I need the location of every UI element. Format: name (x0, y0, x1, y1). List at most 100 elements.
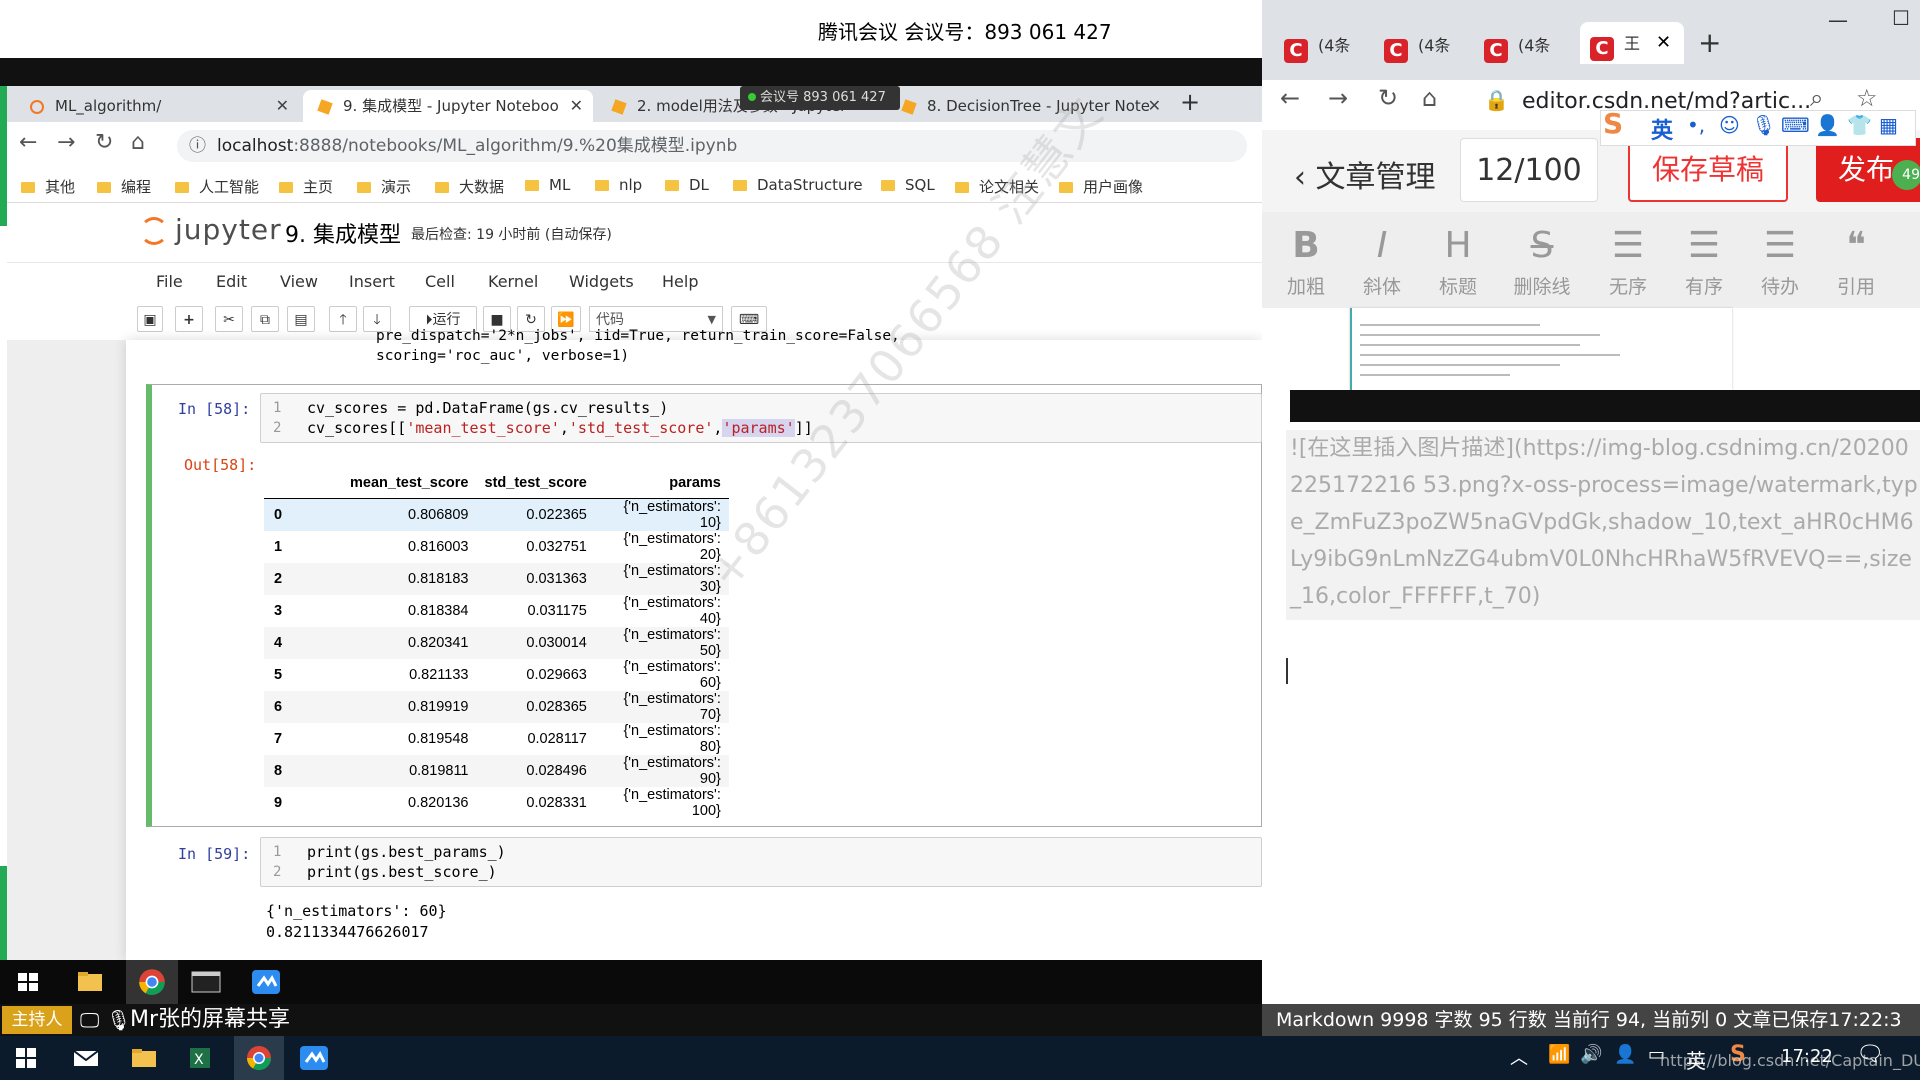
italic-button[interactable]: I 斜体 (1352, 226, 1412, 299)
unordered-list-button[interactable]: ☰ 无序 (1598, 226, 1658, 299)
menu-cell[interactable]: Cell (425, 272, 455, 291)
forward-icon[interactable]: → (57, 130, 75, 155)
ime-mode: 英 (1651, 119, 1674, 144)
bookmark-item[interactable]: nlp (595, 176, 642, 194)
tab-decision-tree[interactable]: 8. DecisionTree - Jupyter Note ✕ (887, 90, 1171, 122)
star-icon[interactable]: ☆ (1856, 84, 1878, 112)
heading-button[interactable]: H 标题 (1428, 226, 1488, 299)
tencent-meeting-icon[interactable] (246, 966, 286, 998)
mail-icon[interactable] (66, 1042, 106, 1074)
todo-list-icon: ☰ (1763, 225, 1797, 266)
save-icon[interactable]: ▣ (137, 306, 163, 332)
menu-file[interactable]: File (156, 272, 183, 291)
tab-csdn[interactable]: C (4条 (1384, 28, 1450, 64)
markdown-image-line[interactable]: ![在这里插入图片描述](https://img-blog.csdnimg.cn… (1286, 430, 1920, 620)
tab-csdn[interactable]: C (4条 (1484, 28, 1550, 64)
code-string: 'std_test_score' (568, 419, 714, 437)
reload-icon[interactable]: ↻ (1378, 84, 1398, 112)
notebook-title[interactable]: 9. 集成模型 (285, 217, 401, 249)
todo-list-button[interactable]: ☰ 待办 (1750, 226, 1810, 299)
forward-icon[interactable]: → (1328, 84, 1348, 112)
bookmark-item[interactable]: 大数据 (435, 176, 504, 197)
bookmark-item[interactable]: DataStructure (733, 176, 863, 194)
toolbar-label: 标题 (1438, 276, 1477, 298)
zoom-icon[interactable]: ⌕ (1810, 84, 1823, 112)
back-icon[interactable]: ← (1280, 84, 1300, 112)
home-icon[interactable]: ⌂ (131, 130, 145, 155)
ime-toolbar[interactable]: S 英 •, ☺ 🎙 ⌨ 👤 👕 ▦ (1600, 107, 1916, 146)
volume-icon[interactable]: 🔊 (1580, 1044, 1602, 1065)
bookmark-item[interactable]: ML (525, 176, 570, 194)
chevron-up-icon[interactable]: ︿ (1510, 1044, 1528, 1070)
notification-badge[interactable]: 49 (1892, 160, 1920, 190)
ordered-list-button[interactable]: ☰ 有序 (1674, 226, 1734, 299)
row-index: 1 (274, 539, 283, 555)
chrome-taskbar-button[interactable] (234, 1036, 284, 1080)
tencent-meeting-icon[interactable] (294, 1042, 334, 1074)
bookmark-item[interactable]: 人工智能 (175, 176, 259, 197)
file-explorer-icon[interactable] (70, 966, 110, 998)
tab-ml-algorithm[interactable]: ML_algorithm/ ✕ (15, 90, 299, 122)
paste-icon[interactable]: ▤ (287, 306, 315, 332)
chrome-taskbar-button[interactable] (126, 960, 178, 1004)
folder-icon (665, 180, 679, 191)
code-editor[interactable]: 1 2 print(gs.best_params_) print(gs.best… (260, 837, 1262, 887)
close-icon[interactable]: ✕ (276, 90, 289, 122)
bookmark-item[interactable]: 其他 (21, 176, 75, 197)
bookmark-item[interactable]: DL (665, 176, 709, 194)
terminal-icon[interactable] (186, 966, 226, 998)
shared-taskbar (0, 960, 1262, 1004)
reload-icon[interactable]: ↻ (95, 130, 113, 155)
jupyter-logo-text[interactable]: jupyter (175, 213, 282, 246)
jupyter-logo-icon[interactable] (140, 217, 168, 245)
excel-icon[interactable]: X (180, 1042, 220, 1074)
bookmark-item[interactable]: 演示 (357, 176, 411, 197)
home-icon[interactable]: ⌂ (1422, 84, 1437, 112)
bookmark-item[interactable]: 编程 (97, 176, 151, 197)
menu-kernel[interactable]: Kernel (488, 272, 538, 291)
tab-csdn-editor[interactable]: C王 ✕ (1580, 22, 1684, 64)
copy-icon[interactable]: ⧉ (251, 306, 279, 332)
tab-csdn[interactable]: C (4条 (1284, 28, 1350, 64)
markdown-editor[interactable]: ![在这里插入图片描述](https://img-blog.csdnimg.cn… (1262, 308, 1920, 1004)
tab-ensemble-notebook[interactable]: 9. 集成模型 - Jupyter Noteboo ✕ (303, 90, 593, 122)
quote-button[interactable]: ❝ 引用 (1826, 226, 1886, 299)
strikethrough-button[interactable]: S 删除线 (1512, 226, 1572, 299)
new-tab-button[interactable]: + (1698, 26, 1721, 59)
article-manage-link[interactable]: ‹ 文章管理 (1294, 152, 1436, 196)
move-up-icon[interactable]: 🡑 (329, 306, 357, 332)
menu-edit[interactable]: Edit (216, 272, 247, 291)
clock[interactable]: 17:22 (1781, 1046, 1833, 1067)
menu-widgets[interactable]: Widgets (569, 272, 634, 291)
info-icon[interactable]: ⓘ (189, 130, 206, 162)
minimize-icon[interactable]: — (1828, 8, 1848, 32)
bookmark-item[interactable]: 主页 (279, 176, 333, 197)
new-tab-button[interactable]: + (1180, 88, 1200, 116)
code-line: cv_scores = pd.DataFrame(gs.cv_results_) (307, 399, 669, 417)
grid-icon: ▦ (1879, 113, 1898, 137)
save-draft-button[interactable]: 保存草稿 (1628, 138, 1788, 202)
lock-icon[interactable]: 🔒 (1484, 88, 1509, 112)
menu-insert[interactable]: Insert (349, 272, 395, 291)
code-editor[interactable]: 1 2 cv_scores = pd.DataFrame(gs.cv_resul… (260, 393, 1262, 443)
windows-start-icon[interactable] (6, 1042, 46, 1074)
file-explorer-icon[interactable] (124, 1042, 164, 1074)
windows-start-icon[interactable] (8, 966, 48, 998)
user-icon[interactable]: 👤 (1614, 1044, 1636, 1065)
bold-button[interactable]: B 加粗 (1276, 226, 1336, 299)
menu-help[interactable]: Help (662, 272, 698, 291)
bookmark-item[interactable]: SQL (881, 176, 935, 194)
wifi-icon[interactable]: 📶 (1548, 1044, 1570, 1065)
bookmark-item[interactable]: 用户画像 (1059, 176, 1143, 197)
notification-icon[interactable]: 🗨 (1856, 1042, 1884, 1067)
back-icon[interactable]: ← (19, 130, 37, 155)
cut-icon[interactable]: ✂ (215, 306, 243, 332)
menu-view[interactable]: View (280, 272, 318, 291)
add-cell-icon[interactable]: + (175, 306, 203, 332)
close-icon[interactable]: ✕ (1148, 90, 1161, 122)
table-cell: 0.030014 (476, 627, 595, 659)
input-prompt: In [58]: (178, 400, 251, 418)
close-icon[interactable]: ✕ (570, 90, 583, 122)
maximize-icon[interactable]: ☐ (1892, 6, 1910, 30)
close-icon[interactable]: ✕ (1656, 32, 1671, 53)
